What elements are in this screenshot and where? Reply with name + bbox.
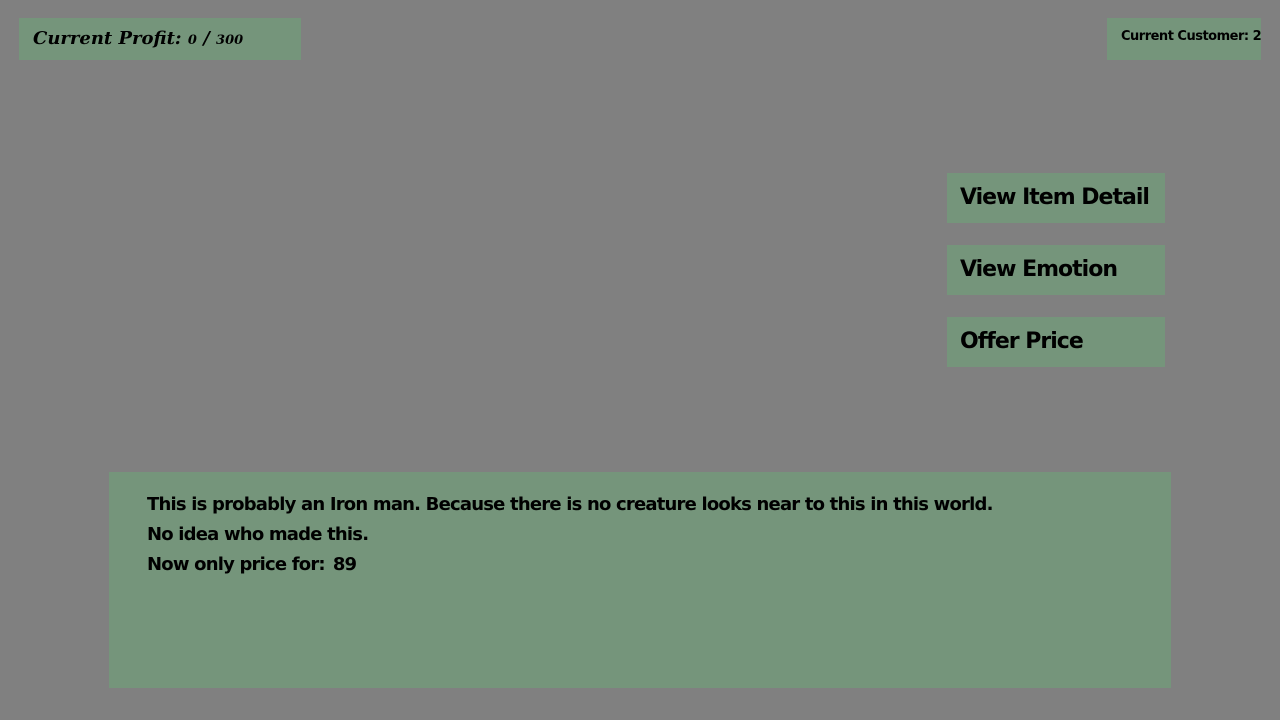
view-item-detail-button[interactable]: View Item Detail — [947, 173, 1165, 223]
price-label: Now only price for: — [147, 554, 326, 575]
customer-label: Current Customer: — [1121, 29, 1249, 44]
customer-number: 2 — [1252, 29, 1262, 44]
dialogue-line-2: No idea who made this. — [147, 524, 369, 545]
offer-price-button[interactable]: Offer Price — [947, 317, 1165, 367]
profit-target: 300 — [216, 33, 244, 48]
dialogue-line-1: This is probably an Iron man. Because th… — [147, 494, 993, 515]
profit-separator: / — [203, 28, 210, 49]
view-emotion-button[interactable]: View Emotion — [947, 245, 1165, 295]
game-screen: Current Profit: 0 / 300 Current Customer… — [0, 0, 1280, 720]
profit-display: Current Profit: 0 / 300 — [19, 18, 301, 60]
dialogue-price-line: Now only price for: 89 — [147, 550, 1171, 580]
price-value: 89 — [332, 554, 357, 575]
customer-counter: Current Customer: 2 — [1107, 18, 1262, 60]
profit-current: 0 — [187, 33, 197, 48]
profit-label: Current Profit: — [33, 28, 182, 49]
dialogue-box: This is probably an Iron man. Because th… — [109, 472, 1171, 688]
